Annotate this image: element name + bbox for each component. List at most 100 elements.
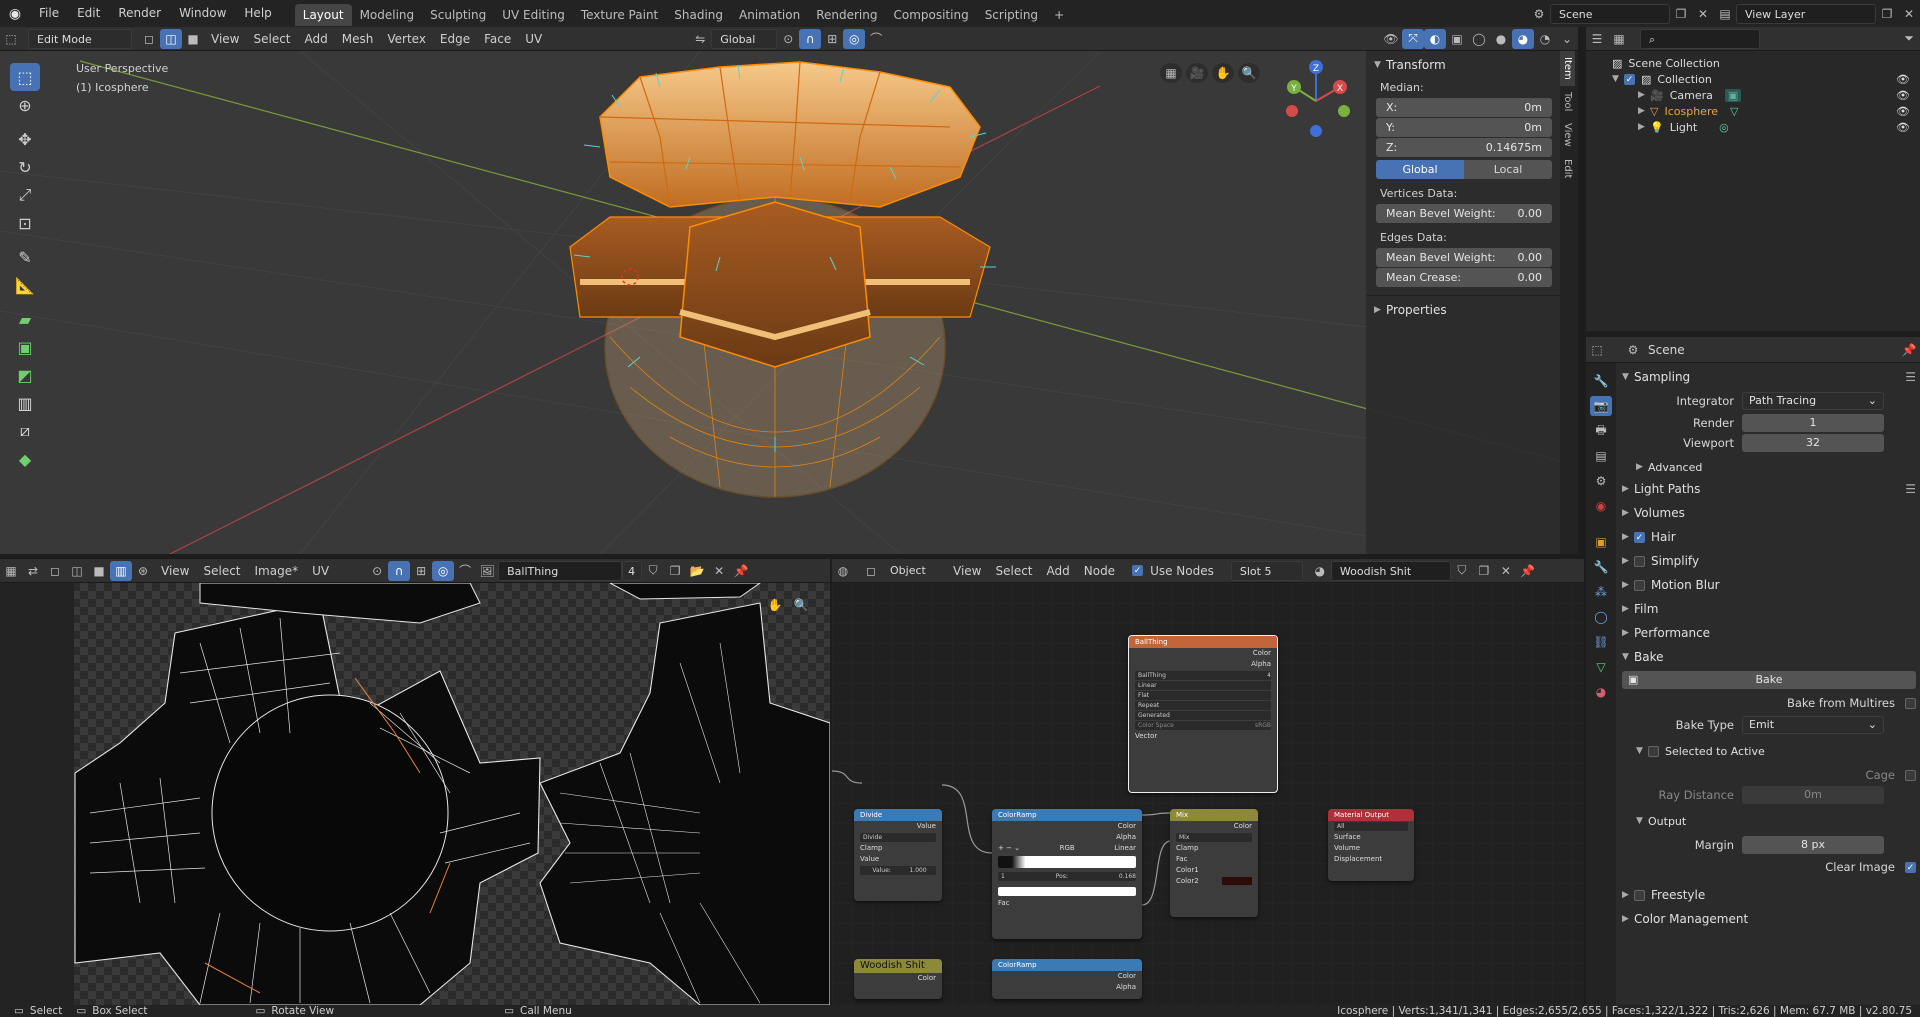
uv-pivot-icon[interactable]: ⊙ xyxy=(366,561,388,581)
shading-solid-icon[interactable]: ● xyxy=(1490,29,1512,49)
material-fake-user-icon[interactable]: ⛉ xyxy=(1451,561,1473,581)
tab-texture-paint[interactable]: Texture Paint xyxy=(573,4,666,26)
selected-to-active-subsection[interactable]: ▼ Selected to Active xyxy=(1622,741,1916,761)
gizmo-toggle-icon[interactable]: ⤧ xyxy=(1402,28,1424,49)
navigation-gizmo[interactable]: Z X Y xyxy=(1280,57,1360,147)
camera-view-icon[interactable]: 🎥 xyxy=(1186,63,1208,83)
shader-type-icon[interactable]: ◻ xyxy=(860,561,882,581)
scene-selector[interactable]: Scene xyxy=(1550,3,1670,24)
properties-panel-title[interactable]: Properties xyxy=(1386,303,1447,317)
freestyle-section[interactable]: ▶ Freestyle xyxy=(1622,885,1916,905)
select-box-tool-icon[interactable]: ⬚ xyxy=(10,63,40,91)
uv-island-mode-icon[interactable]: ▥ xyxy=(110,560,132,581)
performance-section[interactable]: ▶ Performance xyxy=(1622,623,1916,643)
face-select-icon[interactable]: ■ xyxy=(182,29,204,49)
simplify-checkbox[interactable] xyxy=(1634,555,1645,567)
uv-menu-uv[interactable]: UV xyxy=(305,561,336,581)
global-toggle[interactable]: Global xyxy=(1376,160,1464,179)
material-unlink-icon[interactable]: ✕ xyxy=(1495,561,1517,581)
material-copy-icon[interactable]: ❐ xyxy=(1473,561,1495,581)
editor-type-icon[interactable]: ⬚ xyxy=(0,29,22,49)
transform-panel-title[interactable]: Transform xyxy=(1386,58,1446,72)
menu-mesh[interactable]: Mesh xyxy=(335,29,381,49)
selected-to-active-checkbox[interactable] xyxy=(1648,745,1659,757)
add-workspace-icon[interactable]: + xyxy=(1046,4,1072,26)
blender-logo-icon[interactable]: ◉ xyxy=(0,6,30,22)
uv-editor[interactable]: ▦ ⇄ ◻ ◫ ■ ▥ ⊛ View Select Image* UV ⊙ ∩ … xyxy=(0,559,830,1005)
node-color-ramp[interactable]: ColorRamp Color Alpha + − ⌄ RGB Linear 1 Po… xyxy=(992,809,1142,939)
median-x-field[interactable]: X: 0m xyxy=(1376,98,1552,117)
clear-image-checkbox[interactable]: ✓ xyxy=(1905,861,1916,873)
bake-section[interactable]: ▼ Bake xyxy=(1622,647,1916,667)
bake-button[interactable]: ▣ Bake xyxy=(1622,671,1916,689)
snap-icon[interactable]: ∩ xyxy=(799,28,822,49)
median-z-field[interactable]: Z: 0.14675m xyxy=(1376,138,1552,157)
uv-face-mode-icon[interactable]: ■ xyxy=(88,561,110,581)
uv-sync-icon[interactable]: ⇄ xyxy=(22,561,44,581)
orientation-icon[interactable]: ⇋ xyxy=(689,29,711,49)
uv-menu-view[interactable]: View xyxy=(154,561,196,581)
fake-user-icon[interactable]: ⛉ xyxy=(642,561,664,581)
view-layer-icon[interactable]: ▤ xyxy=(1714,4,1736,24)
uv-pan-icon[interactable]: ✋ xyxy=(764,595,786,615)
outliner-editor-icon[interactable]: ☰ xyxy=(1586,29,1608,49)
scene-icon[interactable]: ⚙ xyxy=(1528,4,1550,24)
image-name-field[interactable]: BallThing xyxy=(498,560,623,581)
node-editor[interactable]: ◍ ◻ Object View Select Add Node ✓ Use No… xyxy=(832,559,1584,1005)
uv-layout-canvas[interactable] xyxy=(0,583,830,1005)
node-menu-view[interactable]: View xyxy=(946,561,988,581)
eye-icon[interactable]: 👁 xyxy=(1896,105,1910,118)
menu-add[interactable]: Add xyxy=(298,29,335,49)
shading-material-icon[interactable]: ◕ xyxy=(1512,28,1534,49)
edge-bevel-weight-field[interactable]: Mean Bevel Weight: 0.00 xyxy=(1376,248,1552,267)
proportional-edit-icon[interactable]: ◎ xyxy=(843,28,866,49)
tab-scripting[interactable]: Scripting xyxy=(977,4,1046,26)
scene-collection-row[interactable]: ▨ Scene Collection xyxy=(1586,55,1920,71)
overlays-icon[interactable]: ◐ xyxy=(1424,28,1446,49)
transform-tool-icon[interactable]: ⊡ xyxy=(10,209,40,237)
outliner-item-light[interactable]: ▶ 💡 Light ◎ 👁 xyxy=(1586,119,1920,135)
node-menu-select[interactable]: Select xyxy=(988,561,1039,581)
output-tab-icon[interactable]: 🖶 xyxy=(1590,421,1612,441)
tab-rendering[interactable]: Rendering xyxy=(808,4,885,26)
volumes-section[interactable]: ▶ Volumes xyxy=(1622,503,1916,523)
visibility-icon[interactable]: 👁 xyxy=(1380,29,1402,49)
tab-modeling[interactable]: Modeling xyxy=(352,4,423,26)
uv-edge-mode-icon[interactable]: ◫ xyxy=(66,561,88,581)
shading-options-icon[interactable]: ⌄ xyxy=(1556,29,1578,49)
viewport-3d[interactable]: ⬚ Edit Mode ◻ ◫ ■ View Select Add Mesh V… xyxy=(0,27,1578,554)
bevel-tool-icon[interactable]: ◩ xyxy=(10,361,40,389)
pan-view-icon[interactable]: ✋ xyxy=(1212,63,1234,83)
uv-snap-target-icon[interactable]: ⊞ xyxy=(410,561,432,581)
simplify-section[interactable]: ▶ Simplify xyxy=(1622,551,1916,571)
delete-scene-icon[interactable]: ✕ xyxy=(1692,4,1714,24)
margin-field[interactable]: 8 px xyxy=(1742,836,1884,854)
inset-tool-icon[interactable]: ▣ xyxy=(10,333,40,361)
extrude-tool-icon[interactable]: ▰ xyxy=(10,305,40,333)
uv-proportional-icon[interactable]: ◎ xyxy=(432,560,455,581)
poly-build-tool-icon[interactable]: ◆ xyxy=(10,445,40,473)
ray-distance-field[interactable]: 0m xyxy=(1742,786,1884,804)
copy-view-layer-icon[interactable]: ❐ xyxy=(1876,4,1898,24)
vertex-select-icon[interactable]: ◻ xyxy=(138,29,160,49)
menu-edge[interactable]: Edge xyxy=(433,29,477,49)
material-tab-icon[interactable]: ◕ xyxy=(1590,682,1612,702)
tab-tool[interactable]: Tool xyxy=(1560,86,1575,117)
constraints-tab-icon[interactable]: ⛓ xyxy=(1590,632,1612,652)
mean-crease-field[interactable]: Mean Crease: 0.00 xyxy=(1376,268,1552,287)
viewport-samples-field[interactable]: 32 xyxy=(1742,434,1884,452)
uv-menu-select[interactable]: Select xyxy=(196,561,247,581)
shading-wire-icon[interactable]: ◯ xyxy=(1468,29,1490,49)
menu-edit[interactable]: Edit xyxy=(68,0,109,27)
material-browse-icon[interactable]: ◕ xyxy=(1309,561,1331,581)
menu-render[interactable]: Render xyxy=(109,0,170,27)
outliner-search-input[interactable]: ⌕ xyxy=(1640,28,1760,49)
pin-icon[interactable]: 📌 xyxy=(1898,340,1920,360)
motion-blur-checkbox[interactable] xyxy=(1634,579,1645,591)
data-tab-icon[interactable]: ▽ xyxy=(1590,657,1612,677)
properties-editor-icon[interactable]: ⬚ xyxy=(1586,340,1608,360)
tab-layout[interactable]: Layout xyxy=(294,3,352,26)
physics-tab-icon[interactable]: ◯ xyxy=(1590,607,1612,627)
uv-pin-icon[interactable]: 📌 xyxy=(730,561,752,581)
material-name-field[interactable]: Woodish Shit xyxy=(1330,560,1451,581)
